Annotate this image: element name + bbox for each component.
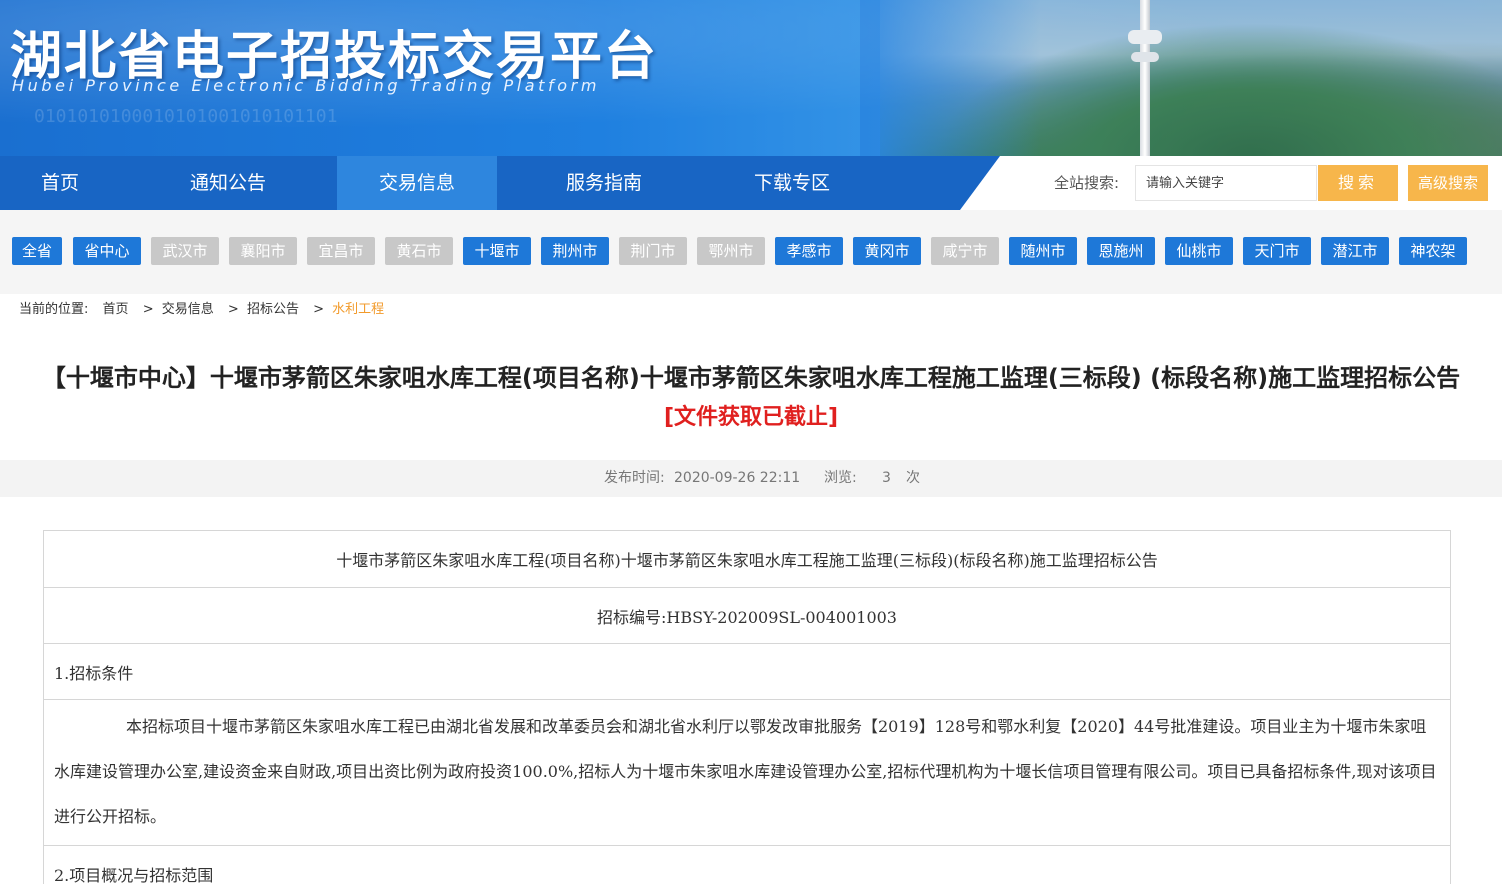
views-count: 3 xyxy=(882,470,891,486)
breadcrumb-separator: > xyxy=(227,302,239,317)
city-tab[interactable]: 鄂州市 xyxy=(697,237,765,265)
city-tab[interactable]: 荆州市 xyxy=(541,237,609,265)
nav-item-home[interactable]: 首页 xyxy=(0,156,120,210)
announcement-document: 十堰市茅箭区朱家咀水库工程(项目名称)十堰市茅箭区朱家咀水库工程施工监理(三标段… xyxy=(43,530,1451,884)
status-badge: [文件获取已截止] xyxy=(663,405,839,430)
breadcrumb-separator: > xyxy=(142,302,154,317)
nav-item-trading-info[interactable]: 交易信息 xyxy=(337,156,497,210)
breadcrumb-item-current[interactable]: 水利工程 xyxy=(332,302,384,317)
city-tab[interactable]: 武汉市 xyxy=(151,237,219,265)
banner-binary-decor: 0101010100010101001010101101 xyxy=(34,106,338,127)
city-tab[interactable]: 恩施州 xyxy=(1087,237,1155,265)
section1-body-row: 本招标项目十堰市茅箭区朱家咀水库工程已由湖北省发展和改革委员会和湖北省水利厅以鄂… xyxy=(44,700,1450,846)
publish-time: 2020-09-26 22:11 xyxy=(674,470,801,486)
breadcrumb: 当前的位置: 首页 > 交易信息 > 招标公告 > 水利工程 xyxy=(19,300,390,320)
city-tab[interactable]: 全省 xyxy=(12,237,62,265)
city-tab[interactable]: 十堰市 xyxy=(463,237,531,265)
tower-shaft xyxy=(1140,0,1150,156)
document-heading-row: 十堰市茅箭区朱家咀水库工程(项目名称)十堰市茅箭区朱家咀水库工程施工监理(三标段… xyxy=(44,531,1450,588)
city-tab[interactable]: 襄阳市 xyxy=(229,237,297,265)
site-subtitle: Hubei Province Electronic Bidding Tradin… xyxy=(12,76,601,95)
section1-body: 本招标项目十堰市茅箭区朱家咀水库工程已由湖北省发展和改革委员会和湖北省水利厅以鄂… xyxy=(54,717,1437,826)
city-tab[interactable]: 宜昌市 xyxy=(307,237,375,265)
main-nav: 首页 通知公告 交易信息 服务指南 下载专区 全站搜索: 搜索 高级搜索 xyxy=(0,156,1502,210)
breadcrumb-item-tender[interactable]: 招标公告 xyxy=(247,302,299,317)
views-label: 浏览: xyxy=(824,470,857,486)
breadcrumb-prefix: 当前的位置: xyxy=(19,302,89,317)
tower-pod xyxy=(1128,30,1162,44)
section1-title-row: 1.招标条件 xyxy=(44,644,1450,700)
nav-item-downloads[interactable]: 下载专区 xyxy=(712,156,872,210)
page-title: 【十堰市中心】十堰市茅箭区朱家咀水库工程(项目名称)十堰市茅箭区朱家咀水库工程施… xyxy=(41,364,1461,392)
city-tab[interactable]: 天门市 xyxy=(1243,237,1311,265)
breadcrumb-separator: > xyxy=(313,302,324,317)
section2-title-row: 2.项目概况与招标范围 xyxy=(44,846,1450,884)
section2-title: 2.项目概况与招标范围 xyxy=(54,866,214,884)
tv-tower-image xyxy=(1128,0,1162,156)
search-button[interactable]: 搜索 xyxy=(1318,165,1398,201)
city-tab[interactable]: 荆门市 xyxy=(619,237,687,265)
article-meta: 发布时间: 2020-09-26 22:11 浏览: 3 次 xyxy=(0,460,1502,497)
nav-item-service-guide[interactable]: 服务指南 xyxy=(524,156,684,210)
city-tab[interactable]: 随州市 xyxy=(1009,237,1077,265)
bid-number-row: 招标编号:HBSY-202009SL-004001003 xyxy=(44,588,1450,644)
nav-item-notices[interactable]: 通知公告 xyxy=(150,156,306,210)
advanced-search-button[interactable]: 高级搜索 xyxy=(1408,165,1488,201)
city-tab[interactable]: 黄冈市 xyxy=(853,237,921,265)
breadcrumb-item-trading[interactable]: 交易信息 xyxy=(162,302,214,317)
city-tab[interactable]: 仙桃市 xyxy=(1165,237,1233,265)
search-input[interactable] xyxy=(1135,165,1317,201)
bid-number: 招标编号:HBSY-202009SL-004001003 xyxy=(597,608,897,627)
tower-pod xyxy=(1131,52,1159,62)
breadcrumb-item-home[interactable]: 首页 xyxy=(103,302,129,317)
city-tab[interactable]: 黄石市 xyxy=(385,237,453,265)
city-tab[interactable]: 孝感市 xyxy=(775,237,843,265)
views-unit: 次 xyxy=(906,470,920,486)
header-banner: 湖北省电子招投标交易平台 Hubei Province Electronic B… xyxy=(0,0,1502,156)
document-heading: 十堰市茅箭区朱家咀水库工程(项目名称)十堰市茅箭区朱家咀水库工程施工监理(三标段… xyxy=(336,551,1158,570)
city-tab[interactable]: 神农架 xyxy=(1399,237,1467,265)
search-label: 全站搜索: xyxy=(1054,174,1120,192)
city-tabs: 全省 省中心 武汉市 襄阳市 宜昌市 黄石市 十堰市 荆州市 荆门市 鄂州市 孝感市 黄冈市 咸宁市 随州… xyxy=(0,210,1502,294)
city-tab[interactable]: 潜江市 xyxy=(1321,237,1389,265)
city-tab[interactable]: 咸宁市 xyxy=(931,237,999,265)
section1-title: 1.招标条件 xyxy=(54,664,134,683)
city-tab[interactable]: 省中心 xyxy=(73,237,141,265)
publish-label: 发布时间: xyxy=(604,470,665,486)
